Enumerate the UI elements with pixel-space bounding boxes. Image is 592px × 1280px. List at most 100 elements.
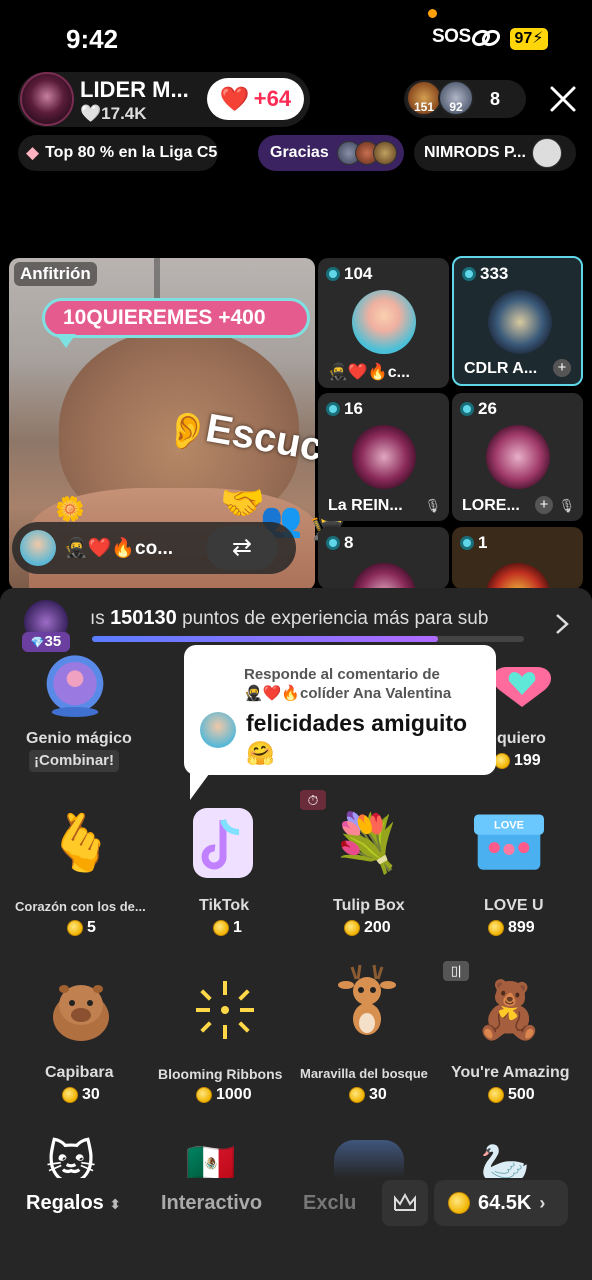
cohost-name: 🥷❤️🔥co...: [64, 538, 174, 559]
guest-avatar: [352, 425, 416, 489]
guest-score: 16: [326, 399, 363, 419]
guest-name: 🥷❤️🔥c...: [328, 364, 410, 381]
comment-avatar: [200, 712, 236, 748]
deer-icon[interactable]: [332, 964, 402, 1038]
coin-icon: [349, 1087, 365, 1103]
charging-bolt-icon: ⚡: [532, 30, 544, 47]
guest-score: 26: [460, 399, 497, 419]
score-dot-icon: [326, 267, 340, 281]
handshake-emoji-icon: 🤝: [220, 482, 265, 523]
cat-gift-icon[interactable]: 🐱: [46, 1136, 116, 1178]
coin-icon: [488, 920, 504, 936]
guest-score: 1: [460, 533, 487, 553]
guest-avatar: [352, 563, 416, 589]
combine-button[interactable]: ¡Combinar!: [29, 750, 119, 772]
xp-progress-fill: [92, 636, 438, 642]
gift-name: Maravilla del bosque: [300, 1066, 428, 1081]
fire-emoji-icon: 🔥: [111, 538, 136, 559]
link-icon: [471, 29, 501, 47]
chevron-right-icon[interactable]: [552, 612, 572, 636]
gift-name: Corazón con los de...: [15, 899, 146, 914]
swan-gift-icon[interactable]: 🦢: [480, 1140, 550, 1178]
flowers-sticker-icon: 🌼: [55, 496, 85, 523]
guest-name: La REIN...: [328, 497, 403, 514]
guest-avatar: [352, 290, 416, 354]
battery-level: 97: [514, 30, 533, 47]
diamond-icon: ◆: [26, 143, 40, 162]
sort-icon: ⬍: [109, 1196, 122, 1212]
swap-icon[interactable]: ⇄: [206, 526, 278, 570]
add-icon[interactable]: +: [553, 359, 571, 377]
guest-tile[interactable]: 26 LORE... + 🎙: [452, 393, 583, 521]
bear-icon[interactable]: 🧸: [474, 975, 544, 1045]
capybara-icon[interactable]: [46, 975, 116, 1045]
coin-icon: [196, 1087, 212, 1103]
tab-exclusivo[interactable]: Exclu: [303, 1192, 359, 1215]
coin-icon: [67, 920, 83, 936]
guest-tile[interactable]: 16 La REIN... 🎙: [318, 393, 449, 521]
league-rank-chip[interactable]: ◆ Top 80 % en la Liga C5: [18, 135, 218, 171]
guest-score: 333: [462, 264, 508, 284]
heart-outline-icon: 🤍: [80, 104, 102, 123]
battery-indicator: 97⚡: [510, 28, 548, 50]
guest-avatar: [486, 563, 550, 589]
nimrods-chip[interactable]: NIMRODS P...: [414, 135, 576, 171]
coin-icon: [448, 1192, 470, 1214]
host-avatar[interactable]: [20, 72, 74, 126]
ribbons-icon[interactable]: [190, 975, 260, 1045]
close-icon[interactable]: [548, 84, 578, 114]
tiktok-logo-icon[interactable]: [188, 808, 258, 878]
gift-name: TikTok: [199, 897, 250, 914]
gift-price: 899: [488, 919, 535, 937]
tab-regalos[interactable]: Regalos ⬍: [26, 1192, 121, 1215]
gift-price: 30: [62, 1086, 100, 1104]
crown-icon: [394, 1192, 416, 1211]
status-time: 9:42: [66, 24, 119, 54]
thanks-chip[interactable]: Gracias: [258, 135, 404, 171]
score-dot-icon: [326, 402, 340, 416]
coin-balance-button[interactable]: 64.5K ›: [434, 1180, 568, 1226]
love-u-box-icon[interactable]: LOVE: [474, 808, 544, 878]
gift-price: 500: [488, 1086, 535, 1104]
guest-tile[interactable]: 8: [318, 527, 449, 589]
like-button[interactable]: ❤️ +64: [207, 78, 304, 120]
viewer-count: 8: [490, 89, 501, 109]
gift-name: Genio mágico: [26, 730, 132, 747]
heart-gift-icon[interactable]: [487, 652, 557, 722]
viewer-avatar[interactable]: 92: [438, 80, 474, 116]
coin-icon: [213, 920, 229, 936]
viewer-avatar[interactable]: 151: [406, 80, 442, 116]
score-dot-icon: [460, 402, 474, 416]
gift-price: 199: [494, 752, 541, 770]
supporter-avatar: [372, 141, 397, 165]
blue-gift-icon[interactable]: [334, 1140, 404, 1178]
guest-name: CDLR A...: [464, 360, 538, 377]
guest-tile[interactable]: 104 🥷❤️🔥c...: [318, 258, 449, 388]
host-label: Anfitrión: [14, 262, 97, 286]
status-sos: SOS: [432, 26, 471, 47]
timer-icon: ⏱: [300, 790, 326, 810]
gift-name: Capibara: [45, 1064, 114, 1081]
tab-interactivo[interactable]: Interactivo: [161, 1192, 262, 1215]
gift-price: 1: [213, 919, 242, 937]
coin-icon: [494, 753, 510, 769]
coin-icon: [62, 1087, 78, 1103]
add-icon[interactable]: +: [535, 496, 553, 514]
genie-icon[interactable]: [40, 652, 110, 722]
nimrods-avatar: [531, 138, 562, 168]
flag-gift-icon[interactable]: 🇲🇽: [186, 1140, 266, 1178]
finger-heart-icon[interactable]: 🫰: [46, 808, 116, 878]
crown-button[interactable]: [382, 1180, 428, 1226]
cohost-avatar[interactable]: [20, 530, 56, 566]
like-delta: +64: [253, 86, 292, 111]
gift-price: 30: [349, 1086, 387, 1104]
host-likes: 🤍17.4K: [80, 104, 147, 123]
gift-price: 200: [344, 919, 391, 937]
recording-indicator-dot: [428, 9, 437, 18]
guest-tile[interactable]: 333 CDLR A... +: [452, 256, 583, 386]
xp-message: ıs 150130 puntos de experiencia más para…: [90, 607, 489, 629]
guest-tile[interactable]: 1: [452, 527, 583, 589]
tulip-box-icon[interactable]: 💐: [332, 808, 402, 878]
comment-reply-header: Responde al comentario de: [244, 666, 440, 683]
score-dot-icon: [326, 536, 340, 550]
